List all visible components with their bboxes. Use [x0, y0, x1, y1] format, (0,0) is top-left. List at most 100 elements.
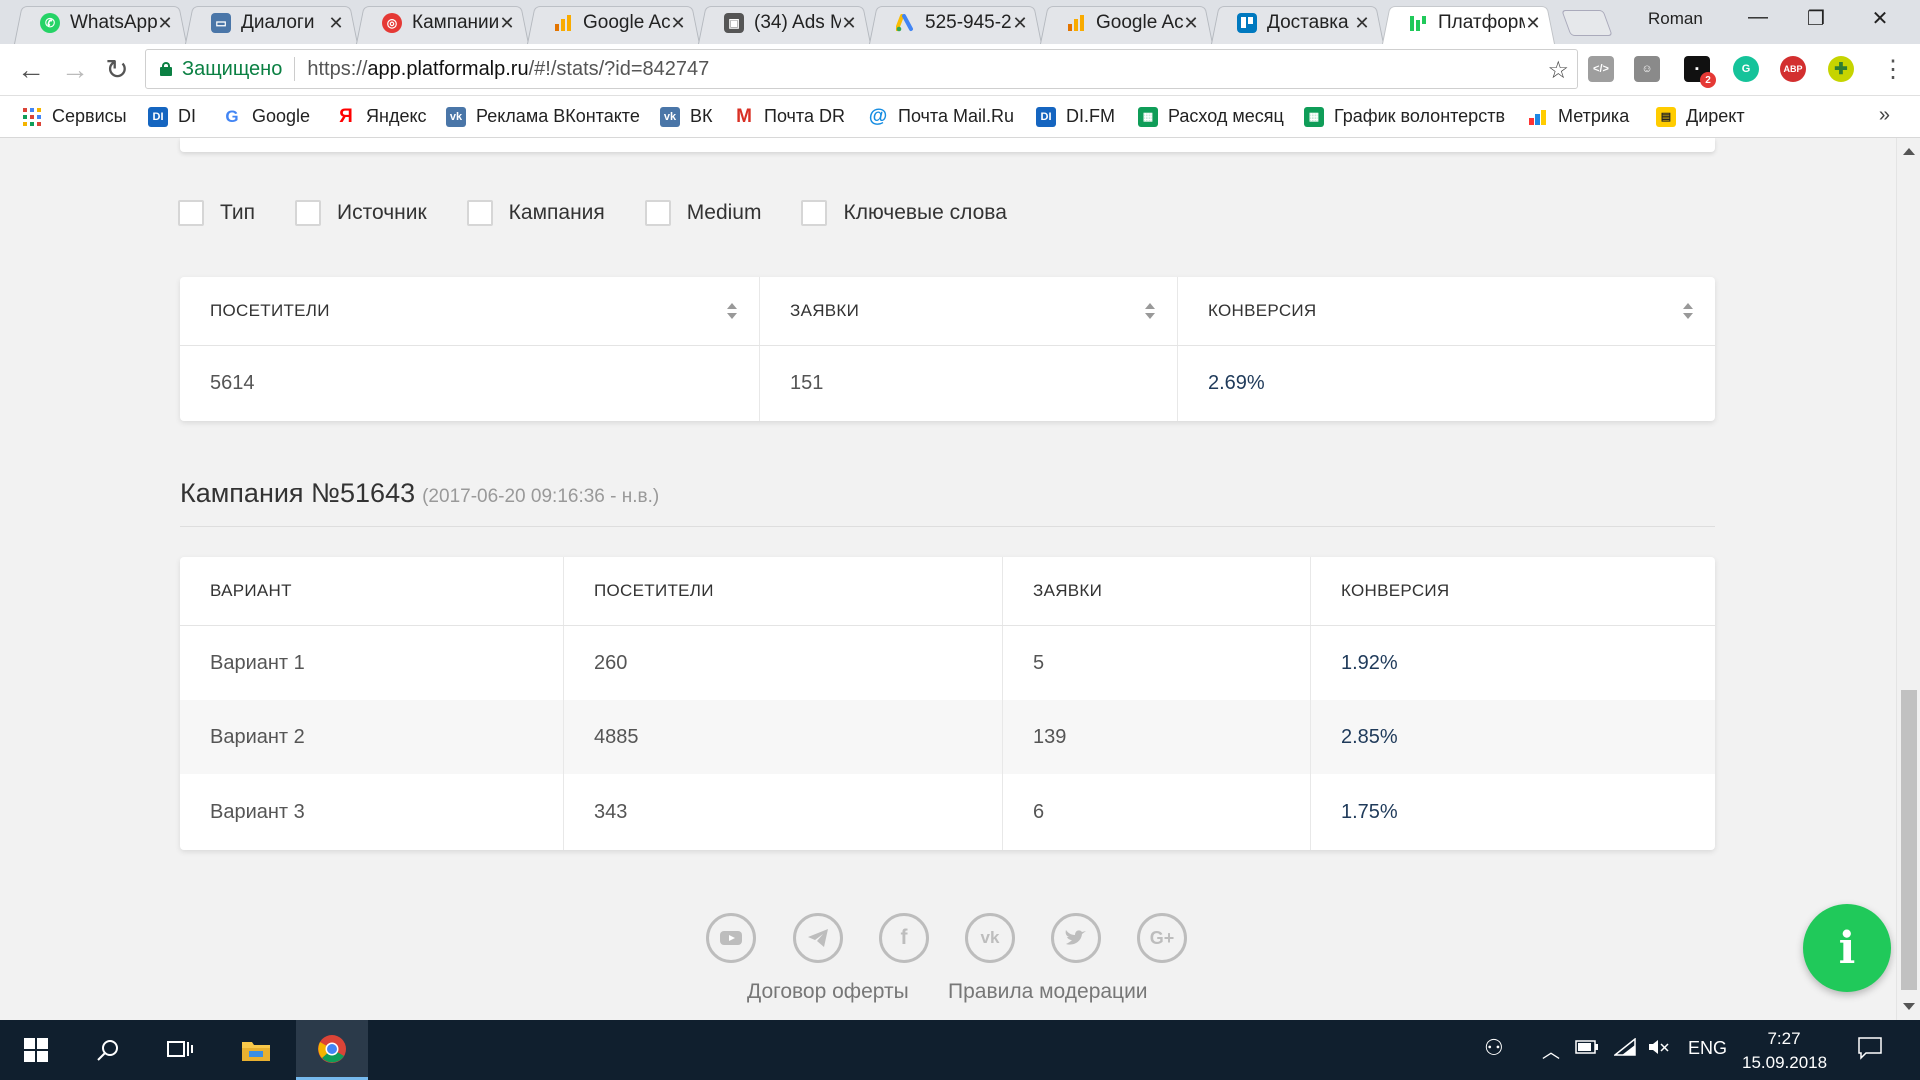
profile-name[interactable]: Roman [1648, 9, 1703, 29]
page-scrollbar[interactable] [1896, 138, 1920, 1020]
sort-icon[interactable] [1683, 303, 1693, 319]
plus-extension-icon[interactable]: ✚ [1828, 56, 1854, 82]
telegram-icon[interactable] [793, 913, 843, 963]
twitter-icon[interactable] [1051, 913, 1101, 963]
bookmark-metrika[interactable]: Метрика [1528, 106, 1629, 127]
checkbox-box[interactable] [644, 200, 671, 226]
grammarly-icon[interactable]: G [1733, 56, 1759, 82]
bookmark-services[interactable]: Сервисы [22, 106, 127, 127]
file-explorer-icon[interactable] [220, 1020, 292, 1080]
tab-google-analytics-2[interactable]: Google Ac ✕ [1040, 2, 1213, 45]
close-icon[interactable]: ✕ [670, 13, 686, 34]
tab-platformalp[interactable]: Платформ ✕ [1382, 2, 1555, 45]
table-header-row: ПОСЕТИТЕЛИ ЗАЯВКИ КОНВЕРСИЯ [180, 277, 1715, 345]
system-clock[interactable]: 7:27 15.09.2018 [1742, 1027, 1827, 1075]
filter-medium-checkbox[interactable]: Medium [644, 200, 761, 226]
column-header-requests[interactable]: ЗАЯВКИ [760, 277, 1178, 345]
language-indicator[interactable]: ENG [1688, 1038, 1727, 1059]
youtube-icon[interactable] [706, 913, 756, 963]
apps-grid-icon [22, 107, 42, 127]
bookmark-mail-dr[interactable]: M Почта DR [734, 106, 845, 127]
url-text[interactable]: https://app.platformalp.ru/#!/stats/?id=… [307, 58, 709, 81]
info-button[interactable]: i [1803, 904, 1891, 992]
google-plus-icon[interactable]: G+ [1137, 913, 1187, 963]
tab-title: WhatsApp [70, 12, 157, 33]
vk-icon[interactable]: vk [965, 913, 1015, 963]
scroll-down-arrow-icon[interactable] [1903, 1003, 1915, 1010]
tab-dialogs[interactable]: ▭ Диалоги ✕ [185, 2, 358, 45]
user-extension-icon[interactable]: ☺ [1634, 56, 1660, 82]
tab-whatsapp[interactable]: ✆ WhatsApp ✕ [14, 2, 187, 45]
adblock-plus-icon[interactable]: ABP [1780, 56, 1806, 82]
bookmark-difm[interactable]: DI DI.FM [1036, 106, 1115, 127]
bookmark-star-icon[interactable]: ☆ [1547, 56, 1569, 85]
close-icon[interactable]: ✕ [1012, 13, 1028, 34]
bookmark-di[interactable]: DI DI [148, 106, 196, 127]
table-row: Вариант 1 260 5 1.92% [180, 626, 1715, 700]
checkbox-box[interactable] [801, 200, 828, 226]
column-header-conversion[interactable]: КОНВЕРСИЯ [1178, 277, 1715, 345]
battery-icon[interactable] [1575, 1038, 1599, 1059]
column-header-visitors[interactable]: ПОСЕТИТЕЛИ [180, 277, 760, 345]
bookmark-direct[interactable]: ▤ Директ [1656, 106, 1745, 127]
dev-tools-extension-icon[interactable]: </> [1588, 56, 1614, 82]
filter-campaign-checkbox[interactable]: Кампания [466, 200, 605, 226]
sort-icon[interactable] [727, 303, 737, 319]
bookmark-yandex[interactable]: Я Яндекс [336, 106, 426, 127]
minimize-icon[interactable]: — [1738, 6, 1778, 29]
visitors-value: 4885 [564, 700, 1003, 774]
window-close-icon[interactable]: ✕ [1860, 6, 1900, 31]
restore-icon[interactable]: ❐ [1796, 6, 1836, 31]
scroll-up-arrow-icon[interactable] [1903, 148, 1915, 155]
tab-trello-delivery[interactable]: Доставка ✕ [1211, 2, 1384, 45]
close-icon[interactable]: ✕ [1183, 13, 1199, 34]
tab-ads-manager[interactable]: ▣ (34) Ads M ✕ [698, 2, 871, 45]
facebook-icon[interactable]: f [879, 913, 929, 963]
close-icon[interactable]: ✕ [499, 13, 515, 34]
checkbox-box[interactable] [178, 200, 204, 226]
task-view-icon[interactable] [144, 1020, 216, 1080]
reload-icon[interactable]: ↻ [100, 54, 134, 88]
scrollbar-thumb[interactable] [1901, 690, 1917, 990]
back-arrow-icon[interactable]: ← [14, 54, 48, 88]
close-icon[interactable]: ✕ [841, 13, 857, 34]
bookmark-vk-ads[interactable]: vk Реклама ВКонтакте [446, 106, 640, 127]
address-bar[interactable]: Защищено https://app.platformalp.ru/#!/s… [145, 49, 1578, 89]
windows-taskbar: ⚇ ︿ ENG 7:27 15.09.2018 [0, 1020, 1920, 1080]
search-icon[interactable] [72, 1020, 144, 1080]
bookmark-mailru[interactable]: @ Почта Mail.Ru [868, 106, 1014, 127]
offer-agreement-link[interactable]: Договор оферты [747, 980, 909, 1004]
bookmarks-overflow-icon[interactable]: » [1879, 104, 1890, 127]
new-tab-button[interactable] [1561, 10, 1613, 36]
filter-keywords-checkbox[interactable]: Ключевые слова [801, 200, 1007, 226]
bookmark-volunteer-schedule[interactable]: ▦ График волонтерств [1304, 106, 1505, 127]
forward-arrow-icon[interactable]: → [58, 54, 92, 88]
checkbox-box[interactable] [466, 200, 493, 226]
bookmark-monthly-spend[interactable]: ▦ Расход месяц [1138, 106, 1284, 127]
close-icon[interactable]: ✕ [1354, 13, 1370, 34]
bookmark-vk[interactable]: vk ВК [660, 106, 713, 127]
wifi-icon[interactable] [1612, 1037, 1636, 1061]
sort-icon[interactable] [1145, 303, 1155, 319]
filter-source-checkbox[interactable]: Источник [295, 200, 427, 226]
moderation-rules-link[interactable]: Правила модерации [948, 980, 1148, 1004]
vk-icon: vk [660, 106, 680, 127]
tab-google-ads[interactable]: 525-945-2 ✕ [869, 2, 1042, 45]
checkbox-box[interactable] [295, 200, 322, 226]
close-icon[interactable]: ✕ [157, 13, 173, 34]
chevron-up-icon[interactable]: ︿ [1542, 1038, 1560, 1064]
chrome-menu-icon[interactable]: ⋮ [1876, 54, 1910, 88]
close-icon[interactable]: ✕ [1525, 13, 1541, 34]
windows-start-icon[interactable] [0, 1020, 72, 1080]
requests-value: 6 [1003, 774, 1311, 850]
filter-type-checkbox[interactable]: Тип [178, 200, 255, 226]
notifications-icon[interactable] [1858, 1036, 1882, 1065]
close-icon[interactable]: ✕ [328, 13, 344, 34]
tab-google-analytics-1[interactable]: Google Ac ✕ [527, 2, 700, 45]
people-icon[interactable]: ⚇ [1484, 1035, 1504, 1061]
chrome-taskbar-icon[interactable] [296, 1020, 368, 1080]
tab-campaigns[interactable]: ◎ Кампании ✕ [356, 2, 529, 45]
volume-muted-icon[interactable] [1648, 1038, 1670, 1061]
variants-table: ВАРИАНТ ПОСЕТИТЕЛИ ЗАЯВКИ КОНВЕРСИЯ Вари… [180, 557, 1715, 850]
bookmark-google[interactable]: G Google [222, 106, 310, 127]
